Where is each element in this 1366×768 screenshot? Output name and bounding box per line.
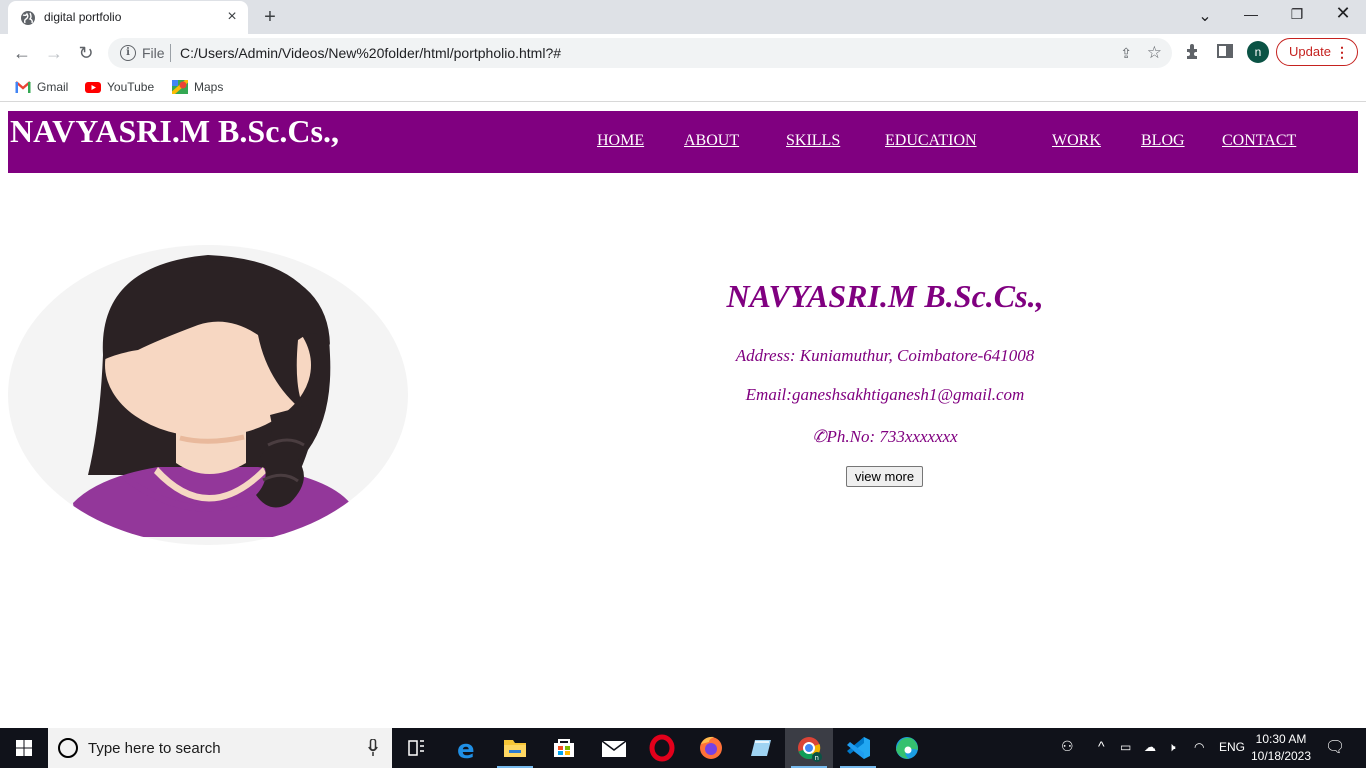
info-icon[interactable]: i — [120, 45, 136, 61]
edge-legacy-icon: e — [457, 735, 475, 765]
mail-icon — [601, 740, 627, 757]
nav-blog[interactable]: BLOG — [1141, 132, 1185, 150]
start-button[interactable] — [0, 728, 48, 768]
close-window-button[interactable]: ✕ — [1331, 3, 1355, 23]
profile-avatar-image — [8, 245, 408, 545]
restore-button[interactable]: ❐ — [1285, 6, 1309, 26]
chevron-up-icon[interactable]: ^ — [1098, 738, 1105, 754]
profile-phone: ✆Ph.No: 733xxxxxxx — [812, 427, 958, 446]
update-button[interactable]: Update ⋮ — [1276, 38, 1358, 66]
bookmark-star-icon[interactable]: ☆ — [1147, 43, 1162, 63]
extensions-icon[interactable] — [1183, 42, 1203, 62]
tab-search-icon[interactable]: ⌄ — [1193, 6, 1217, 26]
folder-icon — [504, 740, 526, 757]
youtube-icon — [85, 81, 101, 93]
people-icon[interactable]: ⚇ — [1061, 738, 1074, 755]
notepad-icon — [751, 740, 771, 756]
bookmark-label: Maps — [194, 80, 224, 94]
profile-email: Email:ganeshsakhtiganesh1@gmail.com — [745, 385, 1025, 404]
notepad-app[interactable] — [736, 728, 784, 768]
vs-code-app[interactable] — [834, 728, 882, 768]
divider — [170, 44, 171, 62]
bookmark-gmail[interactable]: Gmail — [15, 77, 68, 97]
edge-app[interactable] — [883, 728, 931, 768]
onedrive-icon[interactable]: ☁ — [1144, 740, 1156, 754]
menu-kebab-icon[interactable]: ⋮ — [1335, 39, 1349, 65]
maps-icon — [172, 79, 188, 94]
clock-date: 10/18/2023 — [1250, 749, 1312, 763]
bookmark-youtube[interactable]: YouTube — [85, 77, 154, 97]
tab-title: digital portfolio — [44, 10, 122, 24]
profile-address: Address: Kuniamuthur, Coimbatore-641008 — [735, 346, 1035, 365]
bookmark-label: Gmail — [37, 80, 69, 94]
windows-taskbar: Type here to search e n ⚇ ^ ▭ ☁ 🕨 ◠ ENG … — [0, 728, 1366, 768]
forward-button[interactable]: → — [43, 42, 65, 64]
update-label: Update — [1289, 44, 1331, 59]
chrome-icon: n — [798, 737, 822, 762]
edge-legacy-app[interactable]: e — [443, 728, 491, 768]
bookmark-maps[interactable]: Maps — [172, 77, 223, 97]
opera-icon — [649, 734, 675, 762]
svg-text:n: n — [815, 754, 819, 762]
minimize-button[interactable]: — — [1239, 6, 1263, 26]
nav-education[interactable]: EDUCATION — [885, 132, 977, 150]
globe-icon — [21, 11, 35, 25]
profile-name: NAVYASRI.M B.Sc.Cs., — [726, 278, 1044, 314]
clock-time: 10:30 AM — [1255, 732, 1307, 746]
microphone-icon[interactable] — [368, 739, 378, 757]
firefox-icon — [700, 736, 722, 759]
volume-muted-icon[interactable]: 🕨 — [1168, 740, 1176, 755]
view-more-button[interactable]: view more — [846, 466, 923, 487]
browser-tab-strip: digital portfolio × + ⌄ — ❐ ✕ — [0, 0, 1366, 34]
close-tab-icon[interactable]: × — [224, 9, 240, 25]
share-icon[interactable]: ⇪ — [1120, 45, 1132, 62]
url-scheme: File — [142, 45, 165, 61]
site-header: NAVYASRI.M B.Sc.Cs., HOME ABOUT SKILLS E… — [8, 111, 1358, 173]
reload-button[interactable]: ↻ — [75, 42, 97, 64]
cortana-icon — [58, 738, 78, 758]
wifi-icon[interactable]: ◠ — [1194, 740, 1204, 754]
opera-app[interactable] — [638, 728, 686, 768]
vscode-icon — [847, 737, 870, 759]
microsoft-store-app[interactable] — [540, 728, 588, 768]
bookmark-label: YouTube — [107, 80, 155, 94]
windows-logo-icon — [16, 740, 32, 756]
site-brand: NAVYASRI.M B.Sc.Cs., — [10, 113, 339, 149]
bookmarks-bar: Gmail YouTube Maps — [0, 72, 1366, 102]
search-placeholder: Type here to search — [88, 740, 221, 757]
nav-contact[interactable]: CONTACT — [1222, 132, 1296, 150]
profile-avatar[interactable]: n — [1247, 41, 1269, 63]
new-tab-button[interactable]: + — [260, 7, 280, 27]
nav-work[interactable]: WORK — [1052, 132, 1101, 150]
taskbar-search[interactable]: Type here to search — [48, 728, 392, 768]
browser-tab[interactable]: digital portfolio × — [8, 1, 248, 34]
avatar-illustration — [8, 245, 408, 545]
store-icon — [554, 739, 574, 757]
nav-skills[interactable]: SKILLS — [786, 132, 840, 150]
system-clock[interactable]: 10:30 AM 10/18/2023 — [1248, 731, 1314, 765]
edge-icon — [896, 737, 918, 759]
task-view-button[interactable] — [392, 728, 440, 768]
svg-text:e: e — [457, 735, 475, 765]
notifications-icon[interactable]: 🗨 — [1325, 737, 1345, 757]
mail-app[interactable] — [589, 728, 637, 768]
address-bar[interactable]: i File C:/Users/Admin/Videos/New%20folde… — [108, 38, 1172, 68]
task-view-icon — [408, 740, 424, 756]
language-indicator[interactable]: ENG — [1219, 740, 1245, 754]
nav-home[interactable]: HOME — [597, 132, 644, 150]
file-explorer-app[interactable] — [491, 728, 539, 768]
browser-toolbar: ← → ↻ i File C:/Users/Admin/Videos/New%2… — [0, 34, 1366, 72]
chrome-app[interactable]: n — [785, 728, 833, 768]
url-text[interactable]: C:/Users/Admin/Videos/New%20folder/html/… — [180, 45, 561, 61]
gmail-icon — [15, 80, 31, 93]
side-panel-icon[interactable] — [1215, 42, 1235, 62]
nav-about[interactable]: ABOUT — [684, 132, 739, 150]
back-button[interactable]: ← — [11, 42, 33, 64]
battery-icon[interactable]: ▭ — [1120, 740, 1131, 754]
firefox-app[interactable] — [687, 728, 735, 768]
